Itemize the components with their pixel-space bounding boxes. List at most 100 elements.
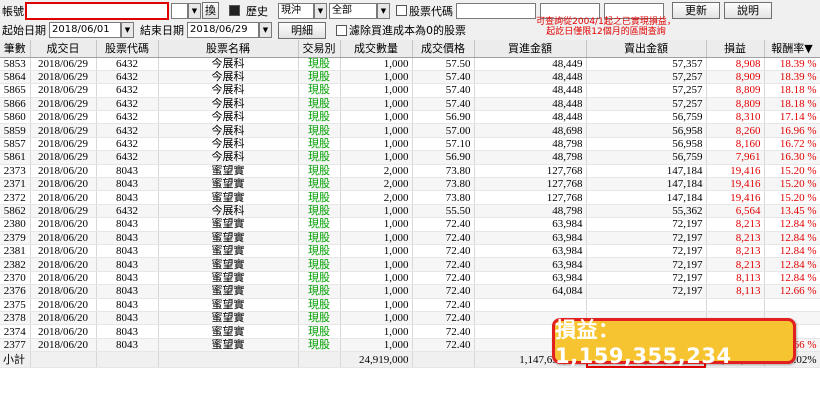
account-extra-field[interactable] [171, 2, 188, 19]
cell-trade-date: 2018/06/20 [30, 244, 97, 259]
pnl-callout: 損益：1,159,355,234 [552, 318, 796, 368]
table-row[interactable]: 2376 2018/06/20 8043 蜜望實 現股 1,000 72.40 64,084 7… [0, 284, 820, 299]
end-date-dropdown-button[interactable]: ▼ [259, 22, 272, 38]
header-return-rate[interactable]: 報酬率▼ [764, 40, 820, 58]
cell-count: 2371 [0, 177, 31, 192]
cell-stock-name: 今展科 [158, 97, 299, 112]
cell-pnl: 6,564 [706, 204, 765, 219]
cell-quantity: 2,000 [340, 164, 413, 179]
header-count[interactable]: 筆數 [0, 40, 31, 58]
cell-trade-type: 現股 [298, 110, 341, 125]
detail-button[interactable]: 明細 [278, 21, 326, 39]
header-stock-name[interactable]: 股票名稱 [158, 40, 299, 58]
cell-trade-date: 2018/06/20 [30, 338, 97, 353]
table-row[interactable]: 5865 2018/06/29 6432 今展科 現股 1,000 57.40 48,448 5… [0, 83, 820, 98]
header-pnl[interactable]: 損益 [706, 40, 765, 58]
start-date-dropdown-button[interactable]: ▼ [121, 22, 134, 38]
cell-sell-amount: 56,759 [586, 110, 707, 125]
cell-trade-type: 現股 [298, 311, 341, 326]
cell-price: 55.50 [412, 204, 475, 219]
cell-trade-type: 現股 [298, 271, 341, 286]
table-row[interactable]: 2375 2018/06/20 8043 蜜望實 現股 1,000 72.40 [0, 298, 820, 312]
table-row[interactable]: 5860 2018/06/29 6432 今展科 現股 1,000 56.90 48,448 5… [0, 110, 820, 125]
header-price[interactable]: 成交價格 [412, 40, 475, 58]
table-row[interactable]: 2371 2018/06/20 8043 蜜望實 現股 2,000 73.80 127,768… [0, 177, 820, 192]
header-trade-type[interactable]: 交易別 [298, 40, 341, 58]
cell-trade-date: 2018/06/20 [30, 271, 97, 286]
cell-buy-amount: 63,984 [474, 271, 587, 286]
cell-count: 5857 [0, 137, 31, 152]
header-sell-amount[interactable]: 賣出金額 [586, 40, 707, 58]
category-select[interactable]: 全部 [329, 2, 377, 19]
trade-type-select[interactable]: 現沖 [278, 2, 314, 19]
cell-return-rate: 12.84 % [764, 244, 820, 259]
cell-sell-amount: 57,257 [586, 97, 707, 112]
cell-trade-type: 現股 [298, 123, 341, 138]
cell-quantity: 1,000 [340, 57, 413, 71]
cell-count: 5864 [0, 70, 31, 85]
end-date-input[interactable]: 2018/06/29 [187, 22, 259, 38]
cell-pnl: 8,213 [706, 244, 765, 259]
cell-stock-code: 6432 [96, 150, 159, 165]
table-row[interactable]: 5862 2018/06/29 6432 今展科 現股 1,000 55.50 48,798 5… [0, 204, 820, 219]
table-row[interactable]: 2381 2018/06/20 8043 蜜望實 現股 1,000 72.40 63,984 7… [0, 244, 820, 259]
cell-pnl: 8,160 [706, 137, 765, 152]
header-trade-date[interactable]: 成交日 [30, 40, 97, 58]
account-dropdown-button[interactable]: ▼ [188, 2, 201, 19]
cell-return-rate: 15.20 % [764, 177, 820, 192]
cell-trade-date: 2018/06/20 [30, 284, 97, 299]
switch-account-button[interactable]: 換 [202, 2, 219, 19]
cell-trade-date: 2018/06/29 [30, 97, 97, 112]
cell-stock-code: 6432 [96, 70, 159, 85]
cell-sell-amount: 72,197 [586, 284, 707, 299]
table-row[interactable]: 2380 2018/06/20 8043 蜜望實 現股 1,000 72.40 63,984 7… [0, 217, 820, 232]
exclude-zero-checkbox[interactable] [336, 24, 347, 36]
cell-trade-date: 2018/06/20 [30, 324, 97, 339]
cell-sell-amount: 147,184 [586, 190, 707, 205]
table-row[interactable]: 5864 2018/06/29 6432 今展科 現股 1,000 57.40 48,448 5… [0, 70, 820, 85]
table-row[interactable]: 2372 2018/06/20 8043 蜜望實 現股 2,000 73.80 127,768… [0, 190, 820, 205]
cell-stock-name: 今展科 [158, 70, 299, 85]
cell-quantity: 1,000 [340, 284, 413, 299]
cell-trade-type: 現股 [298, 217, 341, 232]
header-buy-amount[interactable]: 買進金額 [474, 40, 587, 58]
table-row[interactable]: 5866 2018/06/29 6432 今展科 現股 1,000 57.40 48,448 5… [0, 97, 820, 112]
cell-return-rate: 12.84 % [764, 231, 820, 245]
header-stock-code[interactable]: 股票代碼 [96, 40, 159, 58]
table-row[interactable]: 2373 2018/06/20 8043 蜜望實 現股 2,000 73.80 127,768… [0, 164, 820, 179]
cell-stock-code: 8043 [96, 177, 159, 192]
account-label: 帳號 [2, 4, 24, 18]
help-button[interactable]: 說明 [724, 2, 772, 19]
cell-pnl: 8,310 [706, 110, 765, 125]
cell-price: 56.90 [412, 110, 475, 125]
history-checkbox[interactable] [229, 5, 240, 16]
stock-code-checkbox[interactable] [396, 5, 407, 16]
calendar-dropdown-icon: ▼ [262, 26, 269, 34]
cell-price: 72.40 [412, 244, 475, 259]
cell-stock-name: 蜜望實 [158, 324, 299, 339]
category-dropdown-button[interactable]: ▼ [377, 2, 390, 19]
header-quantity[interactable]: 成交數量 [340, 40, 413, 58]
table-row[interactable]: 2382 2018/06/20 8043 蜜望實 現股 1,000 72.40 63,984 7… [0, 257, 820, 272]
table-body: 5853 2018/06/29 6432 今展科 現股 1,000 57.50 48,449 5… [0, 57, 820, 353]
table-row[interactable]: 2379 2018/06/20 8043 蜜望實 現股 1,000 72.40 63,984 7… [0, 231, 820, 245]
table-row[interactable]: 5853 2018/06/29 6432 今展科 現股 1,000 57.50 48,449 5… [0, 57, 820, 71]
cell-stock-name: 蜜望實 [158, 338, 299, 353]
cell-return-rate: 15.20 % [764, 190, 820, 205]
table-row[interactable]: 2370 2018/06/20 8043 蜜望實 現股 1,000 72.40 63,984 7… [0, 271, 820, 286]
account-input[interactable] [25, 1, 169, 20]
table-row[interactable]: 5861 2018/06/29 6432 今展科 現股 1,000 56.90 48,798 5… [0, 150, 820, 165]
cell-trade-type: 現股 [298, 338, 341, 353]
cell-pnl: 8,809 [706, 97, 765, 112]
trade-type-dropdown-button[interactable]: ▼ [314, 2, 327, 19]
table-row[interactable]: 5859 2018/06/29 6432 今展科 現股 1,000 57.00 48,698 5… [0, 123, 820, 138]
notice-line-1: 可查詢從2004/1起之已實現損益， [536, 17, 676, 27]
cell-return-rate: 12.84 % [764, 257, 820, 272]
cell-sell-amount: 56,958 [586, 123, 707, 138]
cell-quantity: 1,000 [340, 204, 413, 219]
table-row[interactable]: 5857 2018/06/29 6432 今展科 現股 1,000 57.10 48,798 5… [0, 137, 820, 152]
cell-pnl: 19,416 [706, 190, 765, 205]
cell-pnl: 19,416 [706, 177, 765, 192]
cell-buy-amount: 63,984 [474, 231, 587, 245]
start-date-input[interactable]: 2018/06/01 [49, 22, 121, 38]
